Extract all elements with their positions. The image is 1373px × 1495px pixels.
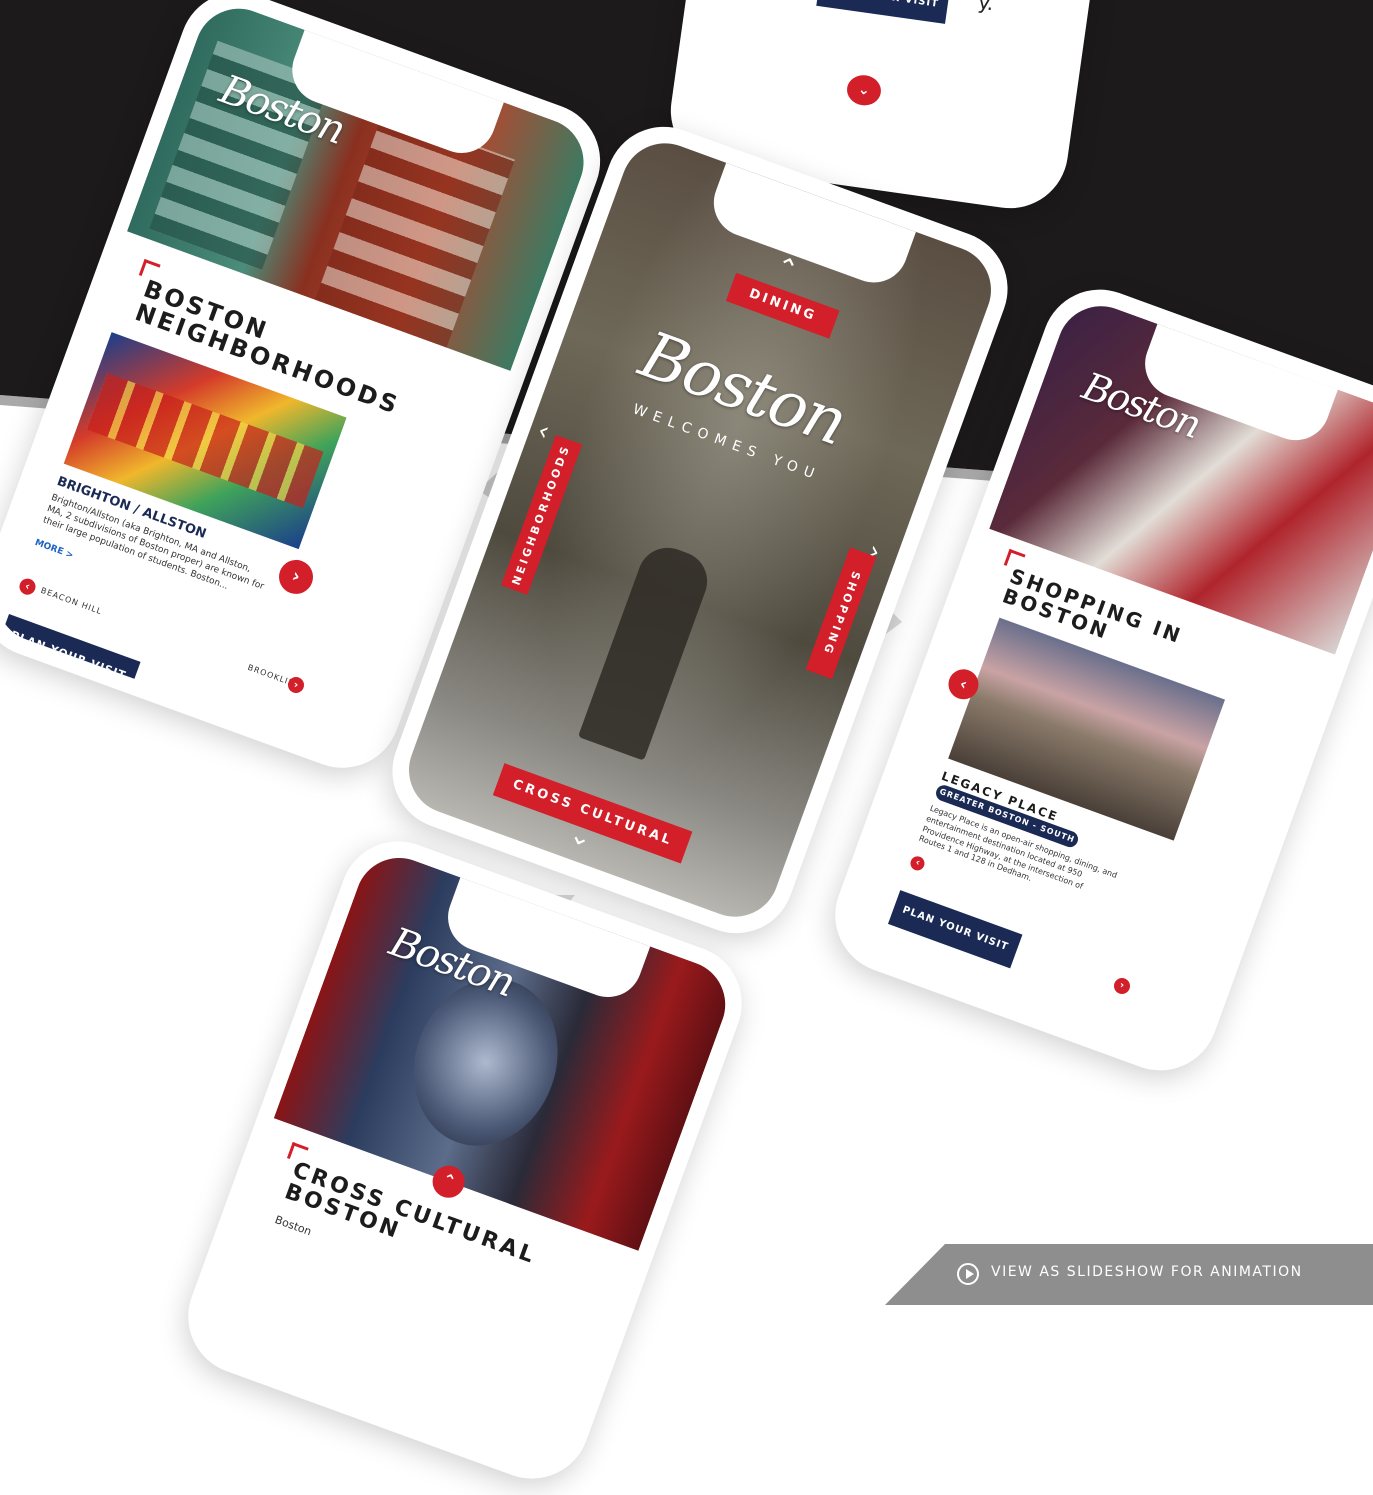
slideshow-label: VIEW AS SLIDESHOW FOR ANIMATION [991,1264,1303,1280]
plan-visit-button[interactable]: PLAN YOUR VISIT [887,890,1023,969]
text-fragment: y. [976,0,996,16]
scroll-down-button[interactable]: ⌄ [845,73,883,108]
chevron-right-icon: › [293,678,299,691]
chevron-left-icon: ‹ [913,857,922,869]
chevron-left-icon: ‹ [957,673,971,694]
chevron-right-icon: › [1119,980,1125,991]
plan-visit-button[interactable]: PLAN YOUR VISIT [816,0,951,24]
more-link[interactable]: MORE > [33,537,75,562]
play-circle-icon [957,1263,979,1285]
intro-text: Boston [273,1213,314,1239]
prev-neighborhood-button[interactable]: ‹ [17,576,38,597]
next-neighborhood-button[interactable]: › [288,677,304,693]
chevron-down-icon: ⌄ [857,81,871,100]
next-shop-button[interactable]: › [1114,978,1130,994]
slideshow-banner[interactable]: VIEW AS SLIDESHOW FOR ANIMATION [885,1244,1373,1305]
chevron-right-icon: › [289,565,304,588]
chevron-up-icon: ⌃ [439,1169,459,1192]
prev-shop-button[interactable]: ‹ [908,854,927,873]
next-item-button[interactable]: › [274,555,318,599]
prev-neighborhood-label: BEACON HILL [39,585,104,617]
chevron-left-icon: ‹ [23,579,33,594]
